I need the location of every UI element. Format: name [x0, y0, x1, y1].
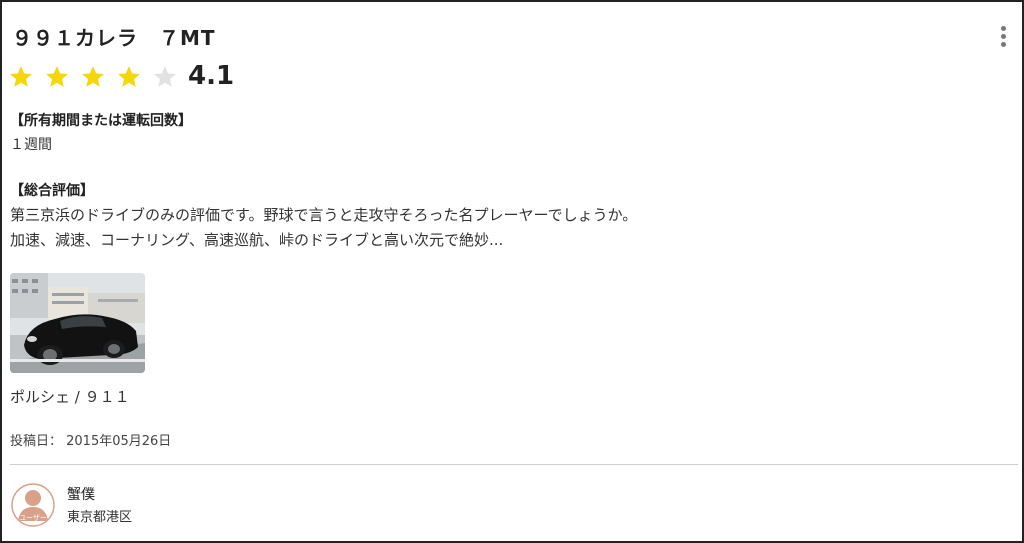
star-icon	[118, 66, 140, 87]
more-vertical-icon-dot	[1001, 34, 1006, 39]
user-avatar[interactable]: ユーザー	[11, 483, 55, 527]
more-options-button[interactable]	[996, 24, 1012, 48]
user-location: 東京都港区	[67, 510, 133, 525]
avatar-label: ユーザー	[19, 514, 47, 522]
overall-text-line-1: 第三京浜のドライブのみの評価です。野球で言うと走攻守そろった名プレーヤーでしょう…	[10, 206, 638, 224]
user-avatar-icon: ユーザー	[11, 483, 55, 527]
star-icon	[46, 66, 68, 87]
star-icon	[154, 66, 176, 87]
overall-heading: 【総合評価】	[10, 183, 94, 199]
review-card: ９９１カレラ ７MT 4.1 【所有期間または運転回数】 １週間 【総合評価】 …	[0, 0, 1024, 543]
user-name[interactable]: 蟹僕	[67, 484, 95, 504]
overall-text-line-2: 加速、減速、コーナリング、高速巡航、峠のドライブと高い次元で絶妙...	[10, 231, 504, 249]
star-icon	[82, 66, 104, 87]
divider	[10, 464, 1018, 465]
ownership-heading: 【所有期間または運転回数】	[10, 113, 192, 129]
car-photo-image	[10, 273, 145, 373]
car-model-link[interactable]: ポルシェ / ９１１	[10, 386, 130, 407]
star-icon	[10, 66, 32, 87]
ownership-text: １週間	[10, 137, 52, 153]
more-vertical-icon	[1001, 26, 1006, 31]
more-vertical-icon-dot	[1001, 42, 1006, 47]
car-photo[interactable]	[10, 273, 145, 373]
rating-value: 4.1	[188, 61, 235, 91]
post-date: 投稿日： 2015年05月26日	[10, 434, 172, 449]
review-title: ９９１カレラ ７MT	[12, 26, 216, 50]
